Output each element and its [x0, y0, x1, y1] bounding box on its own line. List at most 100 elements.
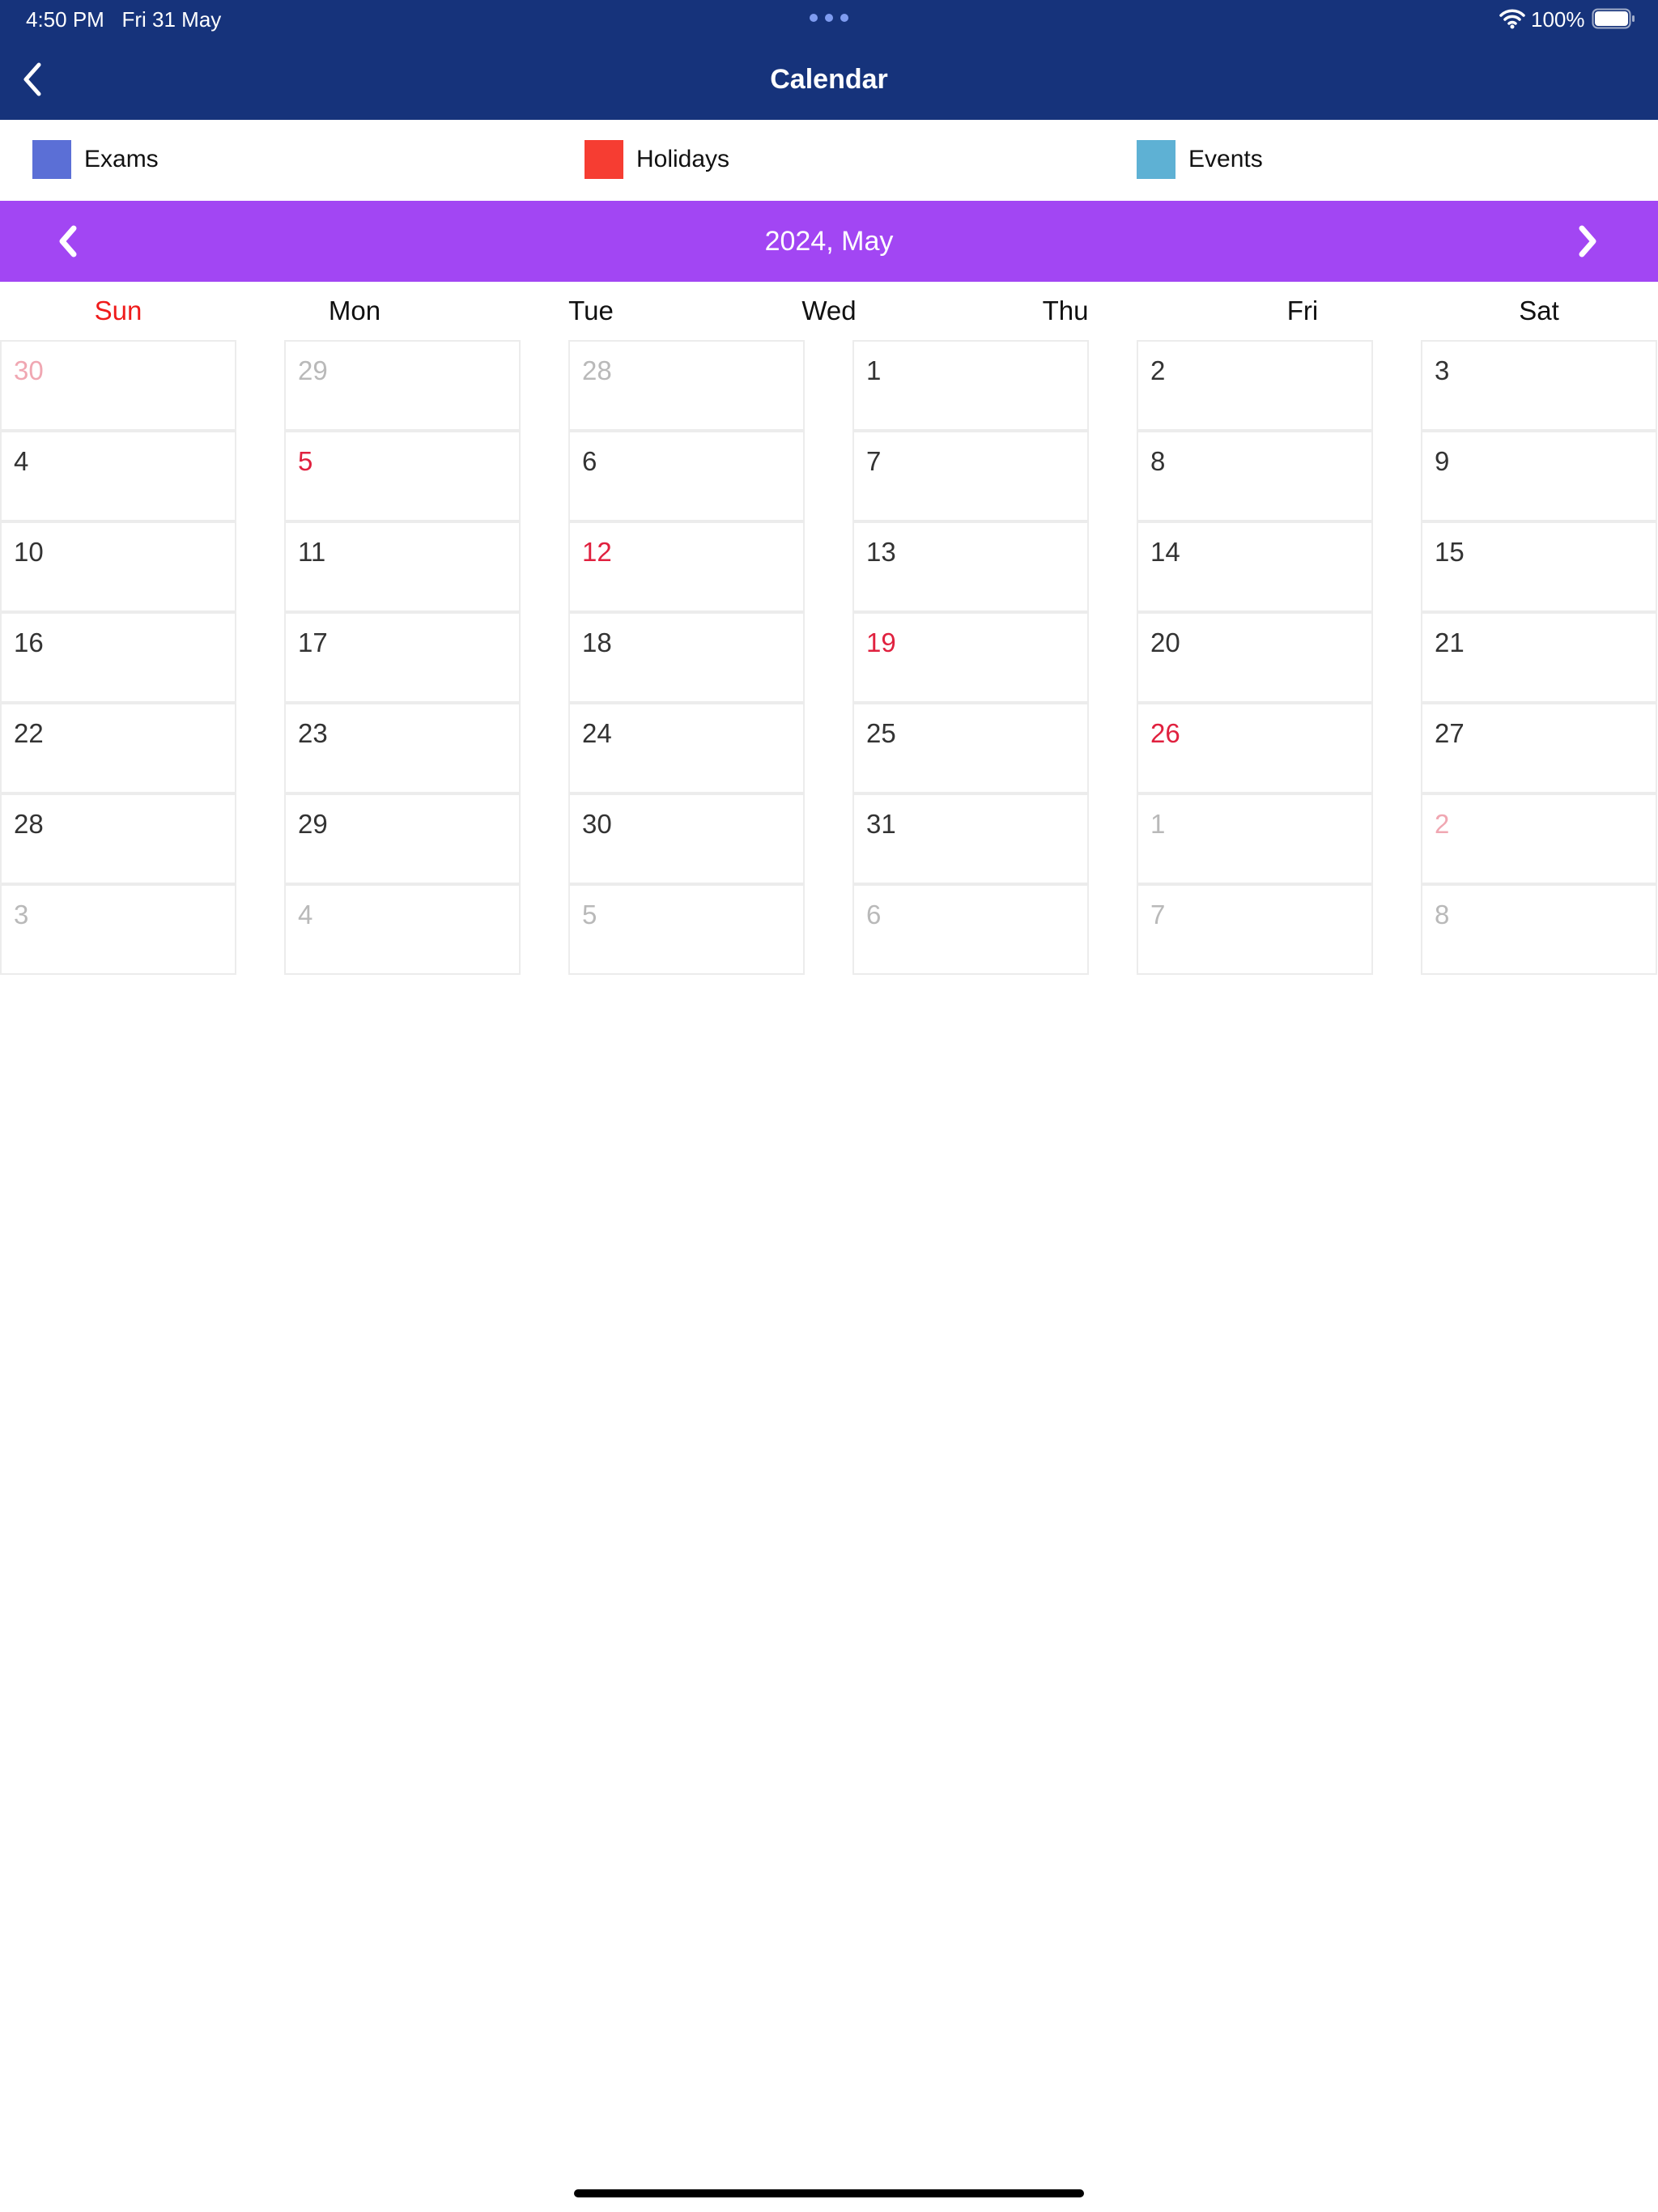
- calendar-day-number: 24: [582, 718, 612, 748]
- calendar-day-number: 4: [14, 446, 29, 476]
- calendar-day-number: 1: [1150, 809, 1166, 839]
- calendar-day-cell[interactable]: 5: [568, 884, 805, 975]
- legend-label-exams: Exams: [84, 146, 159, 172]
- calendar-day-cell[interactable]: 24: [568, 703, 805, 793]
- legend-swatch-holidays: [585, 140, 623, 179]
- calendar-day-number: 16: [14, 627, 44, 657]
- calendar-day-cell[interactable]: 29: [284, 793, 521, 884]
- calendar-day-cell[interactable]: 4: [284, 884, 521, 975]
- calendar-day-cell[interactable]: 5: [284, 431, 521, 521]
- calendar-day-number: 30: [582, 809, 612, 839]
- calendar-day-cell[interactable]: 17: [284, 612, 521, 703]
- calendar-day-number: 12: [582, 537, 612, 567]
- calendar-day-number: 25: [866, 718, 896, 748]
- calendar-day-cell[interactable]: 18: [568, 612, 805, 703]
- calendar-day-number: 28: [14, 809, 44, 839]
- calendar-day-cell[interactable]: 16: [0, 612, 236, 703]
- calendar-day-cell[interactable]: 2: [1137, 340, 1373, 431]
- calendar-day-cell[interactable]: 22: [0, 703, 236, 793]
- more-dots-icon[interactable]: [810, 14, 848, 22]
- page-title: Calendar: [770, 64, 888, 95]
- calendar-day-number: 2: [1150, 355, 1166, 385]
- calendar-day-number: 5: [298, 446, 313, 476]
- legend-label-holidays: Holidays: [636, 146, 730, 172]
- status-time-date: 4:50 PM Fri 31 May: [26, 7, 222, 32]
- calendar-day-number: 22: [14, 718, 44, 748]
- calendar-day-number: 3: [1435, 355, 1450, 385]
- calendar-day-cell[interactable]: 28: [568, 340, 805, 431]
- calendar-day-number: 20: [1150, 627, 1180, 657]
- calendar-day-number: 18: [582, 627, 612, 657]
- calendar-day-cell[interactable]: 14: [1137, 521, 1373, 612]
- calendar-day-cell[interactable]: 7: [1137, 884, 1373, 975]
- calendar-day-cell[interactable]: 30: [568, 793, 805, 884]
- calendar-day-cell[interactable]: 25: [852, 703, 1089, 793]
- calendar-day-cell[interactable]: 21: [1421, 612, 1657, 703]
- calendar-day-cell[interactable]: 30: [0, 340, 236, 431]
- calendar-day-number: 9: [1435, 446, 1450, 476]
- calendar-day-number: 19: [866, 627, 896, 657]
- home-indicator[interactable]: [574, 2189, 1084, 2197]
- calendar-day-cell[interactable]: 23: [284, 703, 521, 793]
- calendar-day-cell[interactable]: 9: [1421, 431, 1657, 521]
- legend-label-events: Events: [1188, 146, 1263, 172]
- calendar-day-number: 15: [1435, 537, 1465, 567]
- chevron-right-icon: [1579, 225, 1596, 257]
- calendar-day-number: 26: [1150, 718, 1180, 748]
- calendar-day-cell[interactable]: 8: [1421, 884, 1657, 975]
- battery-icon: [1592, 8, 1635, 29]
- calendar-day-cell[interactable]: 3: [1421, 340, 1657, 431]
- calendar-day-number: 14: [1150, 537, 1180, 567]
- weekday-wed: Wed: [801, 296, 857, 325]
- calendar-day-cell[interactable]: 12: [568, 521, 805, 612]
- weekday-sat: Sat: [1519, 296, 1559, 325]
- calendar-day-cell[interactable]: 3: [0, 884, 236, 975]
- calendar-day-cell[interactable]: 8: [1137, 431, 1373, 521]
- calendar-day-cell[interactable]: 11: [284, 521, 521, 612]
- legend-swatch-exams: [32, 140, 71, 179]
- calendar-day-number: 1: [866, 355, 882, 385]
- calendar-day-cell[interactable]: 19: [852, 612, 1089, 703]
- next-month-button[interactable]: [1562, 219, 1611, 264]
- calendar-day-cell[interactable]: 29: [284, 340, 521, 431]
- calendar-day-number: 29: [298, 355, 328, 385]
- calendar-day-number: 17: [298, 627, 328, 657]
- calendar-day-number: 28: [582, 355, 612, 385]
- calendar-day-number: 10: [14, 537, 44, 567]
- top-bar: 4:50 PM Fri 31 May 100% Calendar: [0, 0, 1658, 120]
- calendar-day-cell[interactable]: 4: [0, 431, 236, 521]
- calendar-day-number: 8: [1150, 446, 1166, 476]
- month-bar: 2024, May: [0, 201, 1658, 282]
- battery-percent: 100%: [1531, 7, 1585, 32]
- calendar-day-number: 30: [14, 355, 44, 385]
- calendar-day-cell[interactable]: 1: [852, 340, 1089, 431]
- calendar-day-cell[interactable]: 15: [1421, 521, 1657, 612]
- calendar-day-cell[interactable]: 6: [852, 884, 1089, 975]
- calendar-day-number: 7: [866, 446, 882, 476]
- calendar-day-cell[interactable]: 27: [1421, 703, 1657, 793]
- calendar-day-cell[interactable]: 20: [1137, 612, 1373, 703]
- calendar-day-cell[interactable]: 7: [852, 431, 1089, 521]
- legend: Exams Holidays Events: [0, 120, 1658, 201]
- calendar-day-number: 31: [866, 809, 896, 839]
- calendar-day-number: 13: [866, 537, 896, 567]
- calendar-day-number: 29: [298, 809, 328, 839]
- weekday-tue: Tue: [568, 296, 614, 325]
- wifi-icon: [1499, 9, 1525, 29]
- weekday-mon: Mon: [328, 296, 381, 325]
- calendar-day-cell[interactable]: 10: [0, 521, 236, 612]
- calendar-day-cell[interactable]: 2: [1421, 793, 1657, 884]
- calendar-day-cell[interactable]: 28: [0, 793, 236, 884]
- calendar-day-number: 6: [582, 446, 597, 476]
- calendar-day-number: 27: [1435, 718, 1465, 748]
- calendar-day-number: 6: [866, 900, 882, 929]
- calendar-day-cell[interactable]: 13: [852, 521, 1089, 612]
- weekday-fri: Fri: [1286, 296, 1319, 325]
- calendar-day-cell[interactable]: 26: [1137, 703, 1373, 793]
- calendar-day-number: 8: [1435, 900, 1450, 929]
- calendar-day-cell[interactable]: 1: [1137, 793, 1373, 884]
- calendar-day-cell[interactable]: 31: [852, 793, 1089, 884]
- weekday-sun: Sun: [94, 296, 142, 325]
- calendar-day-number: 2: [1435, 809, 1450, 839]
- calendar-day-cell[interactable]: 6: [568, 431, 805, 521]
